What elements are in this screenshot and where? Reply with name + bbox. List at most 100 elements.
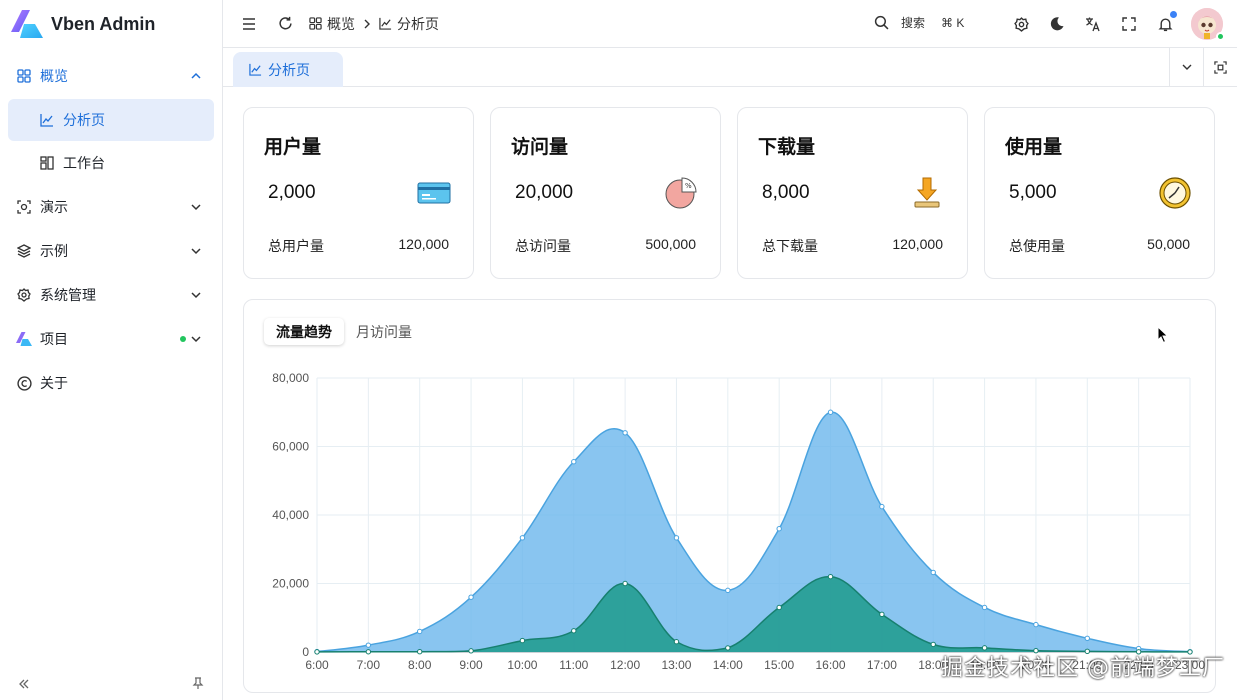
data-point[interactable] [725, 645, 731, 651]
data-point[interactable] [930, 641, 936, 648]
y-tick-label: 60,000 [272, 440, 309, 454]
card-value: 2,000 [268, 182, 316, 203]
data-point[interactable] [879, 611, 885, 618]
card-total-label: 总访问量 [515, 238, 571, 254]
user-avatar[interactable] [1191, 8, 1225, 41]
search-button[interactable]: 搜索 ⌘ K [874, 14, 964, 31]
gear-icon [16, 287, 32, 303]
card-title: 下载量 [758, 137, 816, 158]
pin-icon[interactable] [192, 677, 204, 693]
x-tick-label: 11:00 [559, 658, 588, 672]
chevron-down-icon [191, 204, 201, 211]
x-tick-label: 6:00 [305, 658, 329, 672]
chevron-down-icon [191, 292, 201, 299]
demo-icon [16, 199, 32, 215]
collapse-sidebar-icon[interactable] [18, 677, 30, 693]
chart-line-icon [379, 17, 392, 30]
tab-traffic-trend[interactable]: 流量趋势 [264, 318, 344, 345]
sidebar-item-overview[interactable]: 概览 [0, 54, 222, 98]
vben-logo-icon [16, 331, 32, 347]
data-point[interactable] [725, 587, 731, 594]
card-total-label: 总下载量 [762, 238, 818, 254]
x-tick-label: 15:00 [764, 658, 794, 672]
chart-tabs: 流量趋势 月访问量 [264, 318, 424, 345]
data-point[interactable] [622, 580, 628, 587]
breadcrumb: 概览 分析页 [309, 14, 439, 34]
data-point[interactable] [314, 649, 320, 655]
online-status-dot [1216, 32, 1225, 41]
sidebar-item-workspace[interactable]: 工作台 [8, 142, 214, 184]
data-point[interactable] [827, 573, 834, 580]
x-tick-label: 10:00 [507, 658, 537, 672]
card-total-label: 总用户量 [268, 238, 324, 254]
x-tick-label: 16:00 [816, 658, 846, 672]
sidebar-item-analytics[interactable]: 分析页 [8, 99, 214, 141]
sidebar-item-project[interactable]: 项目 [0, 317, 222, 361]
menu-toggle-icon[interactable] [239, 14, 259, 34]
clock-icon [1159, 177, 1191, 209]
data-point[interactable] [519, 535, 526, 541]
sidebar-item-label: 示例 [40, 243, 68, 259]
dark-mode-icon[interactable] [1047, 14, 1067, 34]
refresh-icon[interactable] [275, 14, 295, 34]
stat-cards: 用户量 2,000 总用户量 120,000 访问量 20,000 % 总访问量… [243, 107, 1215, 279]
data-point[interactable] [673, 639, 680, 645]
tab-dropdown-button[interactable] [1169, 48, 1203, 86]
card-title: 使用量 [1005, 137, 1063, 158]
data-point[interactable] [365, 642, 372, 648]
breadcrumb-item-analytics[interactable]: 分析页 [379, 14, 439, 34]
tab-maximize-button[interactable] [1203, 48, 1237, 86]
breadcrumb-label: 分析页 [397, 15, 439, 32]
sidebar-item-label: 关于 [40, 375, 68, 391]
data-point[interactable] [365, 649, 372, 655]
breadcrumb-label: 概览 [327, 15, 355, 32]
grid-icon [16, 68, 32, 84]
data-point[interactable] [776, 604, 782, 611]
card-value: 5,000 [1009, 182, 1057, 203]
data-point[interactable] [468, 648, 474, 654]
data-point[interactable] [1033, 621, 1039, 628]
scan-icon [1214, 60, 1227, 74]
settings-icon[interactable] [1011, 14, 1031, 34]
data-point[interactable] [981, 604, 988, 611]
sidebar-footer [0, 670, 222, 700]
brand[interactable]: Vben Admin [0, 0, 222, 48]
stat-card-downloads: 下载量 8,000 总下载量 120,000 [737, 107, 968, 279]
card-title: 用户量 [264, 137, 322, 158]
data-point[interactable] [468, 594, 474, 600]
breadcrumb-item-overview[interactable]: 概览 [309, 14, 355, 34]
data-point[interactable] [930, 569, 936, 576]
data-point[interactable] [776, 526, 782, 532]
data-point[interactable] [1084, 635, 1090, 641]
brand-title: Vben Admin [51, 13, 156, 34]
svg-text:%: % [685, 182, 692, 190]
sidebar-item-demo[interactable]: 演示 [0, 185, 222, 229]
sidebar-menu: 概览 分析页 工作台 演示 示例 系统管理 项目 关于 [0, 54, 222, 405]
data-point[interactable] [673, 535, 680, 541]
fullscreen-icon[interactable] [1119, 14, 1139, 34]
data-point[interactable] [622, 430, 628, 436]
card-total-value: 500,000 [645, 236, 696, 252]
chart-line-icon [249, 63, 262, 76]
sidebar-item-about[interactable]: 关于 [0, 361, 222, 405]
notification-bell-icon[interactable] [1155, 11, 1177, 34]
x-tick-label: 7:00 [357, 658, 381, 672]
y-tick-label: 20,000 [272, 577, 309, 591]
credit-card-icon [417, 182, 451, 204]
sidebar-item-examples[interactable]: 示例 [0, 229, 222, 273]
data-point[interactable] [879, 503, 885, 510]
card-total-value: 50,000 [1147, 236, 1190, 252]
x-tick-label: 17:00 [867, 658, 897, 672]
data-point[interactable] [417, 628, 423, 635]
tab-analytics[interactable]: 分析页 [233, 52, 343, 87]
data-point[interactable] [571, 459, 577, 465]
data-point[interactable] [417, 648, 423, 655]
data-point[interactable] [827, 409, 834, 415]
sidebar-item-system[interactable]: 系统管理 [0, 273, 222, 317]
chevron-down-icon [191, 336, 201, 343]
chevron-up-icon [191, 72, 201, 79]
tab-monthly-visits[interactable]: 月访问量 [344, 318, 424, 345]
data-point[interactable] [519, 637, 526, 644]
data-point[interactable] [571, 628, 577, 634]
language-icon[interactable] [1083, 14, 1103, 34]
